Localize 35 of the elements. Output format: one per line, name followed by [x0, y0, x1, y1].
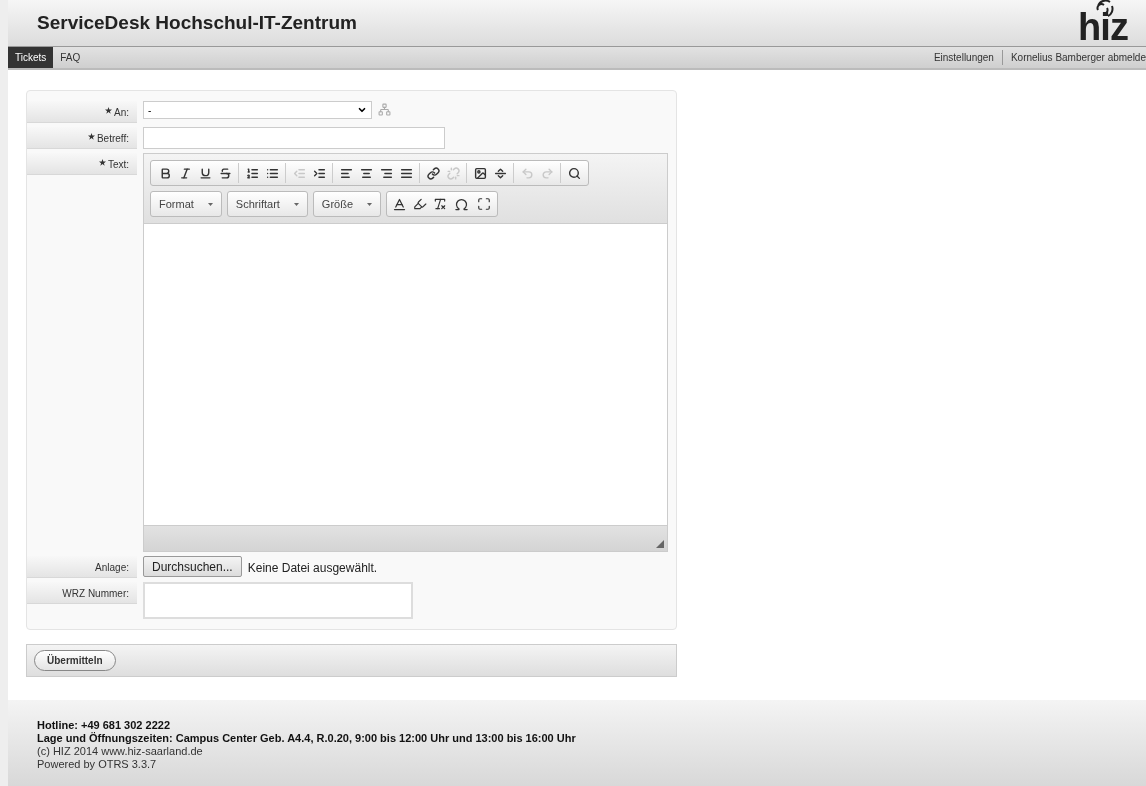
maximize-icon[interactable]	[477, 197, 492, 211]
field-label: Betreff:	[96, 132, 129, 146]
caret-icon	[357, 105, 367, 115]
background-color-icon[interactable]	[413, 197, 428, 211]
browse-button[interactable]: Durchsuchen...	[143, 556, 242, 577]
remove-format-icon[interactable]	[433, 197, 448, 211]
rich-text-editor[interactable]: Format Schriftart Größe	[143, 153, 668, 552]
resize-handle-icon[interactable]	[656, 540, 664, 548]
nav-link[interactable]: Kornelius Bamberger abmelde	[1001, 50, 1146, 65]
text-color-icon[interactable]	[392, 196, 408, 212]
copyright-text: (c) HIZ 2014 www.hiz-saarland.de	[37, 745, 204, 758]
subject-field[interactable]	[143, 127, 445, 149]
caret-icon	[293, 202, 299, 206]
recipient-select[interactable]: -	[143, 101, 372, 119]
powered-by-text: Powered by OTRS 3.3.7	[37, 758, 158, 771]
site-title: ServiceDesk Hochschul-IT-Zentrum	[37, 10, 357, 35]
submit-button[interactable]: Übermitteln	[34, 650, 116, 671]
nav-link[interactable]: Einstellungen	[925, 50, 1002, 65]
nav-tab[interactable]: FAQ	[53, 47, 88, 68]
hotline-text: Hotline: +49 681 302 2222	[37, 719, 171, 732]
field-label: Text:	[107, 158, 129, 172]
toolbar-dropdown[interactable]: Format	[150, 191, 222, 217]
toolbar-dropdown[interactable]: Größe	[312, 191, 382, 217]
logo: hiz	[1078, 0, 1128, 46]
field-label: Anlage:	[95, 561, 129, 575]
caret-icon	[207, 202, 213, 206]
toolbar-dropdown[interactable]: Schriftart	[226, 191, 308, 217]
field-label: WRZ Nummer:	[62, 587, 129, 601]
caret-icon	[367, 202, 373, 206]
nav-tab[interactable]: Tickets	[8, 47, 54, 68]
file-status: Keine Datei ausgewählt.	[247, 560, 378, 577]
wrz-number-field[interactable]	[143, 582, 413, 619]
location-text: Lage und Öffnungszeiten: Campus Center Geb. A4.4, R.0.20, 9:00 bis 12:00 Uhr und 13:00 bis 16:00 Uhr	[37, 732, 577, 745]
special-character-icon[interactable]	[454, 196, 470, 212]
field-label: An:	[114, 106, 129, 120]
